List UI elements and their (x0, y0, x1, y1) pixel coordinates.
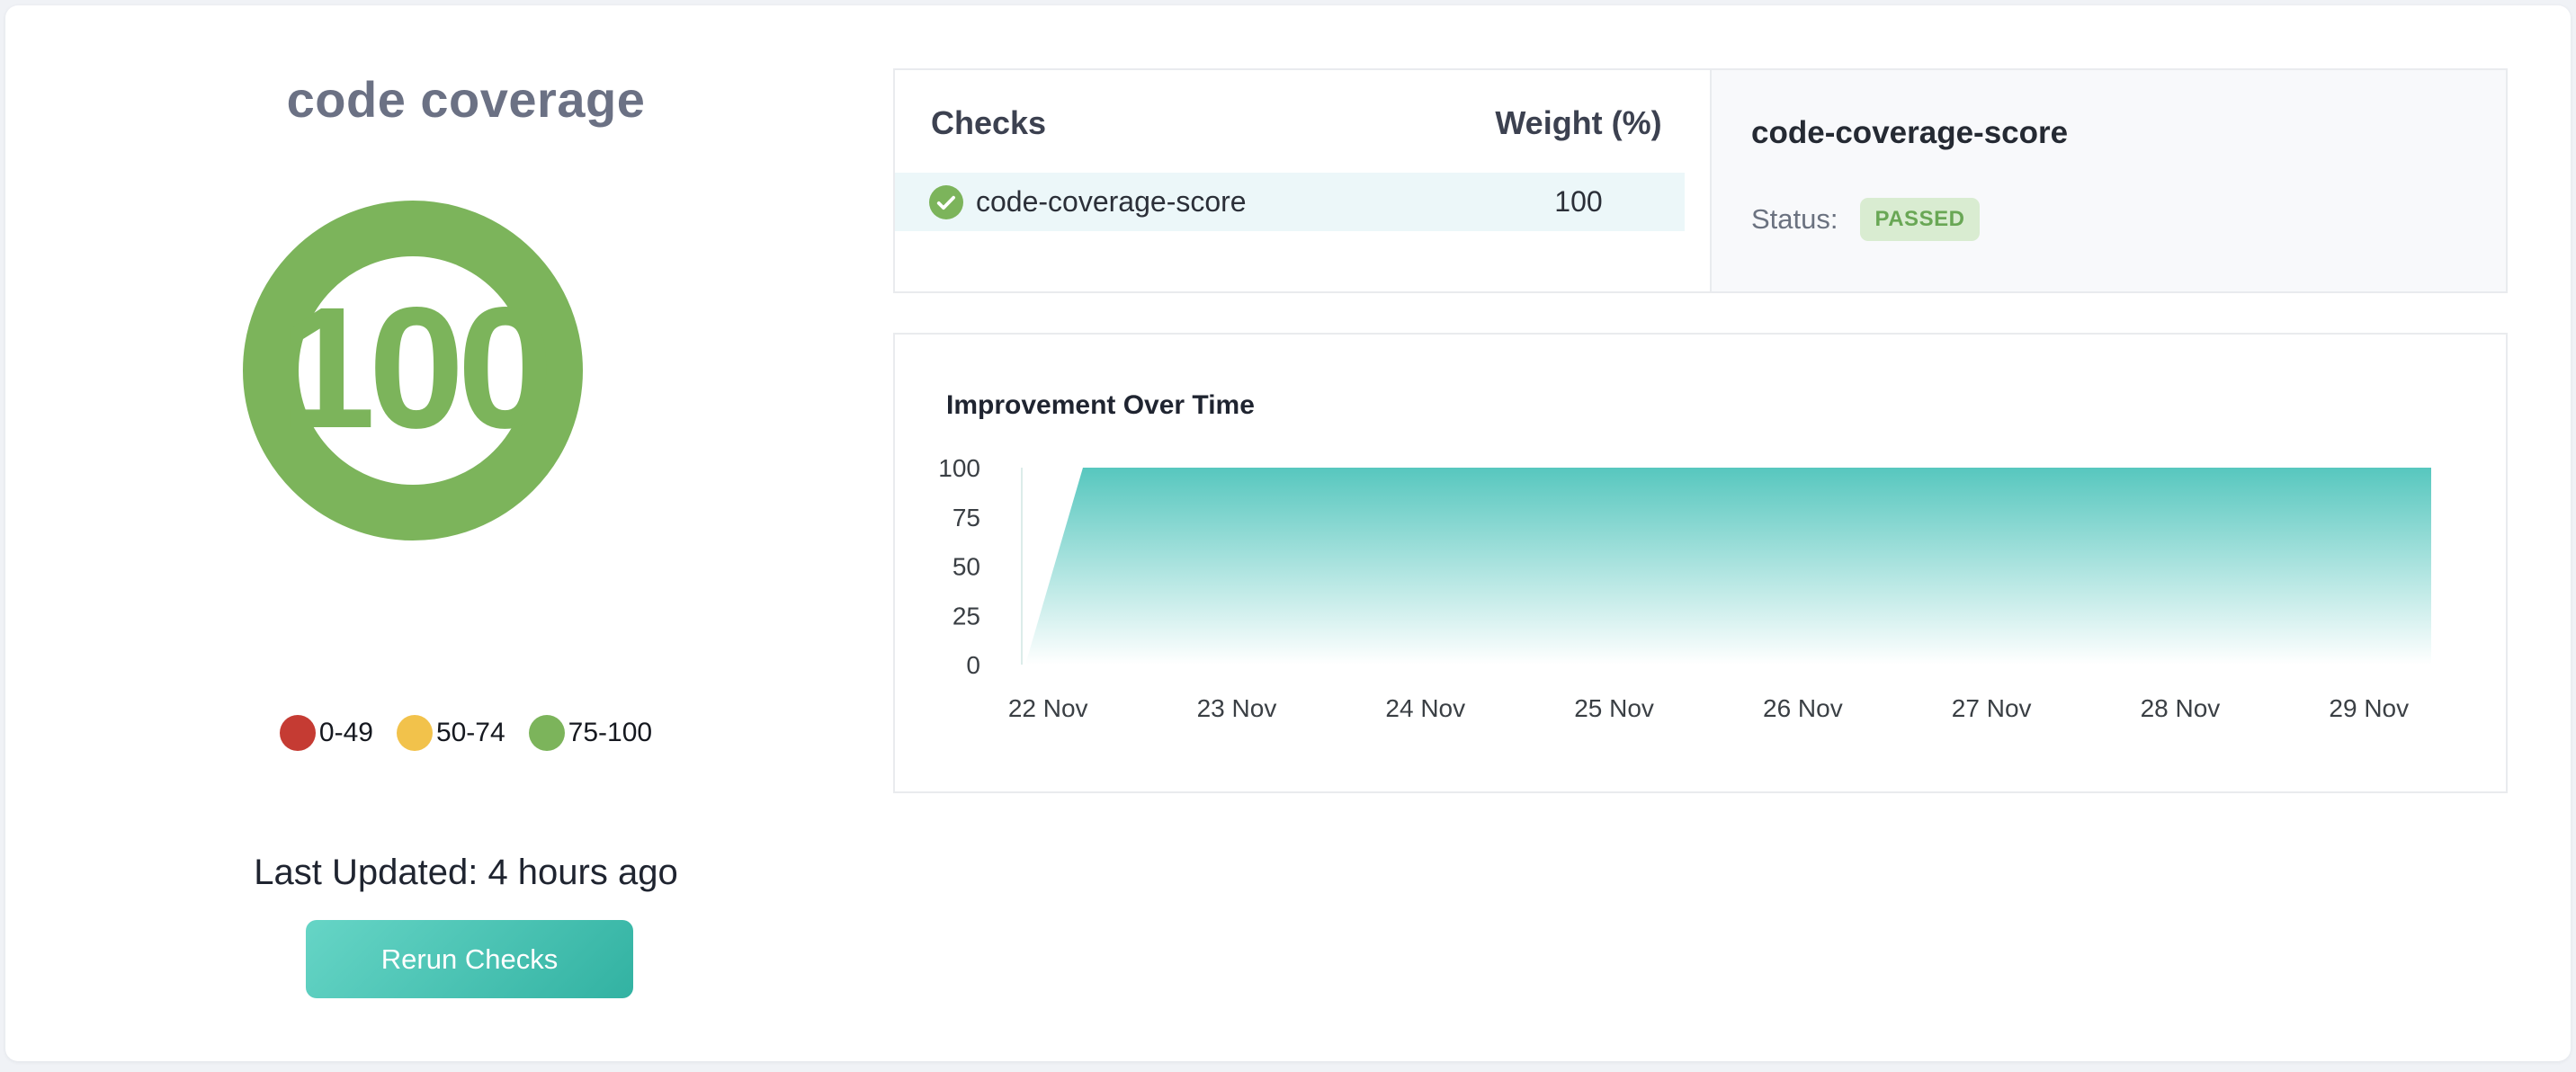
y-tick-label: 100 (938, 454, 980, 482)
table-row[interactable]: code-coverage-score100 (895, 173, 1685, 231)
legend-dot-icon (397, 715, 433, 751)
x-tick-label: 25 Nov (1574, 694, 1654, 722)
legend-label: 75-100 (568, 718, 652, 748)
x-tick-label: 26 Nov (1763, 694, 1843, 722)
top-panels-row: Checks Weight (%) code-coverage-score100… (893, 68, 2508, 293)
x-tick-label: 29 Nov (2329, 694, 2409, 722)
x-tick-label: 23 Nov (1197, 694, 1277, 722)
y-tick-label: 25 (953, 602, 980, 630)
legend-item: 75-100 (529, 715, 652, 751)
legend-label: 0-49 (319, 718, 373, 748)
x-tick-label: 28 Nov (2141, 694, 2221, 722)
page-title: code coverage (5, 70, 926, 129)
legend-label: 50-74 (436, 718, 505, 748)
improvement-area-chart: 100 75 50 25 0 22 Nov 23 Nov 24 Nov 25 Nov 26 Nov… (895, 335, 2506, 791)
checks-column-header: Checks (931, 104, 1480, 142)
checks-table-header: Checks Weight (%) (895, 70, 1710, 142)
legend-item: 50-74 (397, 715, 505, 751)
y-tick-label: 75 (953, 504, 980, 532)
y-tick-label: 50 (953, 553, 980, 581)
weight-column-header: Weight (%) (1480, 104, 1677, 142)
x-tick-label: 27 Nov (1952, 694, 2032, 722)
score-section: code coverage 100 0-49 50-74 75-100 Last U… (5, 5, 926, 1061)
legend-item: 0-49 (280, 715, 373, 751)
improvement-chart-panel: Improvement Over Time 100755025022 Nov23… (893, 333, 2508, 793)
check-weight: 100 (1480, 185, 1677, 219)
status-label: Status: (1751, 203, 1838, 236)
gauge-legend: 0-49 50-74 75-100 (5, 715, 926, 751)
checks-table-panel: Checks Weight (%) code-coverage-score100 (893, 68, 1712, 293)
check-name: code-coverage-score (976, 185, 1480, 219)
legend-dot-icon (280, 715, 316, 751)
legend-dot-icon (529, 715, 565, 751)
check-detail-panel: code-coverage-score Status: PASSED (1712, 68, 2508, 293)
score-gauge-ring: 100 (243, 201, 583, 540)
checks-table-body: code-coverage-score100 (895, 173, 1710, 231)
last-updated-text: Last Updated: 4 hours ago (5, 853, 926, 893)
x-tick-label: 24 Nov (1385, 694, 1465, 722)
status-badge: PASSED (1860, 198, 1981, 241)
check-detail-title: code-coverage-score (1751, 115, 2506, 151)
y-tick-label: 0 (966, 651, 980, 679)
status-row: Status: PASSED (1751, 198, 2506, 241)
dashboard-card: code coverage 100 0-49 50-74 75-100 Last U… (5, 5, 2571, 1061)
x-tick-label: 22 Nov (1008, 694, 1088, 722)
check-circle-icon (929, 185, 963, 219)
score-value: 100 (280, 281, 546, 460)
area-series (1025, 468, 2431, 665)
rerun-checks-button[interactable]: Rerun Checks (306, 920, 633, 998)
